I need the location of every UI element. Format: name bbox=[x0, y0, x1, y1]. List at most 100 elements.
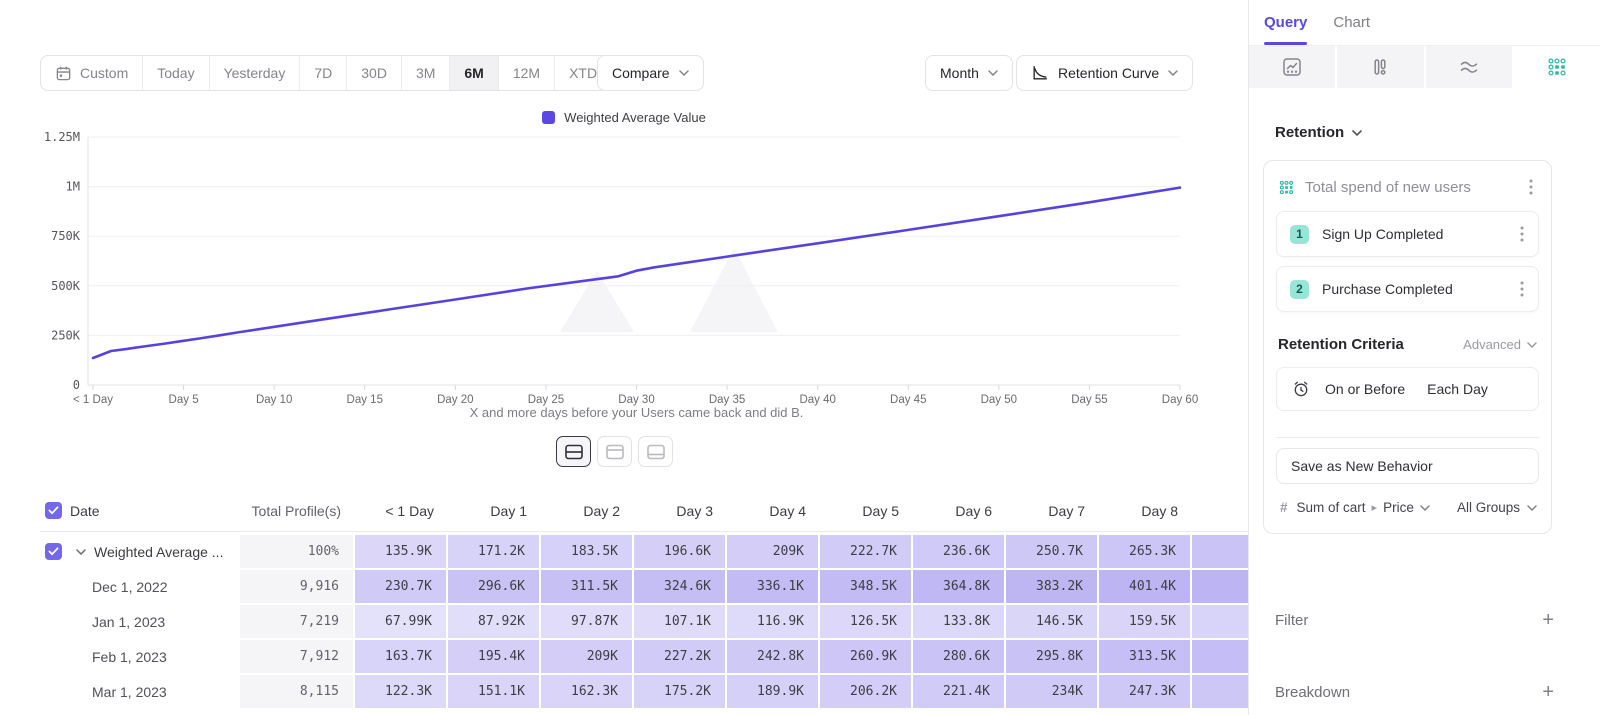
retention-icon bbox=[1278, 179, 1295, 196]
measure-selector[interactable]: Sum of cart ▸ Price bbox=[1297, 500, 1448, 515]
range-3m[interactable]: 3M bbox=[402, 56, 450, 90]
retention-value-cell: 260.9K bbox=[820, 640, 913, 673]
breakdown-section: Breakdown + bbox=[1275, 682, 1554, 702]
layout-chart-view-button[interactable] bbox=[597, 436, 632, 467]
range-6m[interactable]: 6M bbox=[450, 56, 498, 90]
svg-text:0: 0 bbox=[73, 378, 80, 392]
clipped-value-cell bbox=[1192, 535, 1248, 568]
svg-text:Day 35: Day 35 bbox=[709, 394, 745, 406]
flows-report-tab[interactable] bbox=[1426, 46, 1514, 88]
granularity-label: Month bbox=[940, 65, 979, 81]
retention-value-cell: 126.5K bbox=[820, 605, 913, 638]
retention-value-cell: 348.5K bbox=[820, 570, 913, 603]
chevron-down-icon bbox=[1527, 342, 1537, 348]
column-header: Date bbox=[70, 503, 100, 519]
svg-text:Day 50: Day 50 bbox=[981, 394, 1017, 406]
column-header: Total Profile(s) bbox=[240, 490, 355, 531]
svg-text:500K: 500K bbox=[51, 279, 81, 293]
range-today[interactable]: Today bbox=[143, 56, 209, 90]
measure-row: # Sum of cart ▸ Price All Groups bbox=[1276, 484, 1539, 521]
add-filter-button[interactable]: + bbox=[1542, 610, 1554, 630]
retention-value-cell: 196.6K bbox=[634, 535, 727, 568]
retention-value-cell: 183.5K bbox=[541, 535, 634, 568]
event-list: 1Sign Up Completed 2Purchase Completed bbox=[1276, 211, 1539, 312]
retention-value-cell: 135.9K bbox=[355, 535, 448, 568]
retention-value-cell: 324.6K bbox=[634, 570, 727, 603]
retention-curve-icon bbox=[1031, 64, 1049, 82]
retention-value-cell: 175.2K bbox=[634, 675, 727, 708]
tab-query[interactable]: Query bbox=[1264, 0, 1307, 45]
retention-value-cell: 221.4K bbox=[913, 675, 1006, 708]
column-header: Day 7 bbox=[1006, 490, 1099, 531]
retention-value-cell: 280.6K bbox=[913, 640, 1006, 673]
retention-value-cell: 151.1K bbox=[448, 675, 541, 708]
retention-value-cell: 206.2K bbox=[820, 675, 913, 708]
funnel-report-tab[interactable] bbox=[1337, 46, 1425, 88]
retention-value-cell: 230.7K bbox=[355, 570, 448, 603]
row-label: Jan 1, 2023 bbox=[92, 614, 165, 630]
range-30d[interactable]: 30D bbox=[347, 56, 402, 90]
row-label: Weighted Average ... bbox=[94, 544, 223, 560]
layout-toggle-group bbox=[556, 436, 673, 467]
layout-table-view-button[interactable] bbox=[638, 436, 673, 467]
criteria-card[interactable]: On or Before Each Day bbox=[1276, 367, 1539, 411]
chart-type-button[interactable]: Retention Curve bbox=[1016, 55, 1193, 91]
series-line[interactable] bbox=[93, 188, 1180, 358]
column-header: Day 8 bbox=[1099, 490, 1192, 531]
svg-text:1M: 1M bbox=[66, 180, 80, 194]
table-header-row: DateTotal Profile(s)< 1 DayDay 1Day 2Day… bbox=[40, 490, 1248, 532]
retention-value-cell: 265.3K bbox=[1099, 535, 1192, 568]
layout-split-view-button[interactable] bbox=[556, 436, 591, 467]
row-label: Feb 1, 2023 bbox=[92, 649, 167, 665]
granularity-button[interactable]: Month bbox=[925, 55, 1013, 91]
criteria-window: Each Day bbox=[1427, 381, 1488, 397]
tab-chart[interactable]: Chart bbox=[1333, 0, 1370, 45]
retention-report-tab[interactable] bbox=[1514, 46, 1600, 88]
retention-value-cell: 236.6K bbox=[913, 535, 1006, 568]
range-yesterday[interactable]: Yesterday bbox=[210, 56, 301, 90]
row-checkbox[interactable] bbox=[45, 502, 62, 519]
row-label: Dec 1, 2022 bbox=[92, 579, 168, 595]
retention-value-cell: 234K bbox=[1006, 675, 1099, 708]
retention-value-cell: 162.3K bbox=[541, 675, 634, 708]
event-menu-button[interactable] bbox=[1516, 277, 1528, 301]
report-type-selector[interactable]: Retention bbox=[1275, 124, 1362, 141]
retention-icon bbox=[1546, 56, 1568, 78]
event-menu-button[interactable] bbox=[1516, 222, 1528, 246]
expand-caret-icon[interactable] bbox=[76, 549, 86, 555]
svg-text:1.25M: 1.25M bbox=[44, 130, 80, 144]
retention-value-cell: 67.99K bbox=[355, 605, 448, 638]
save-as-new-behavior-button[interactable]: Save as New Behavior bbox=[1276, 448, 1539, 484]
range-custom[interactable]: Custom bbox=[41, 56, 143, 90]
insights-report-tab[interactable] bbox=[1249, 46, 1337, 88]
event-label: Purchase Completed bbox=[1322, 281, 1503, 297]
breakdown-label: Breakdown bbox=[1275, 684, 1350, 701]
total-profiles-cell: 9,916 bbox=[240, 570, 355, 603]
criteria-header: Retention Criteria Advanced bbox=[1278, 336, 1537, 353]
svg-text:Day 5: Day 5 bbox=[169, 394, 199, 406]
retention-value-cell: 189.9K bbox=[727, 675, 820, 708]
table-row: Dec 1, 20229,916230.7K296.6K311.5K324.6K… bbox=[40, 570, 1248, 603]
range-12m[interactable]: 12M bbox=[499, 56, 555, 90]
retention-value-cell: 313.5K bbox=[1099, 640, 1192, 673]
chevron-down-icon bbox=[1168, 70, 1178, 76]
report-type-icon-tabs bbox=[1249, 46, 1600, 88]
flows-icon bbox=[1458, 56, 1480, 78]
group-selector[interactable]: All Groups bbox=[1457, 500, 1537, 515]
split-view-icon bbox=[564, 443, 584, 461]
event-label: Sign Up Completed bbox=[1322, 226, 1503, 242]
compare-button[interactable]: Compare bbox=[597, 55, 704, 91]
row-checkbox[interactable] bbox=[45, 543, 62, 560]
event-step-1[interactable]: 1Sign Up Completed bbox=[1276, 211, 1539, 257]
total-profiles-cell: 100% bbox=[240, 535, 355, 568]
behavior-menu-button[interactable] bbox=[1525, 175, 1537, 199]
criteria-mode-selector[interactable]: Advanced bbox=[1463, 337, 1537, 352]
arrow-right-icon: ▸ bbox=[1372, 501, 1378, 514]
retention-value-cell: 364.8K bbox=[913, 570, 1006, 603]
range-7d[interactable]: 7D bbox=[300, 56, 347, 90]
event-step-2[interactable]: 2Purchase Completed bbox=[1276, 266, 1539, 312]
retention-value-cell: 116.9K bbox=[727, 605, 820, 638]
add-breakdown-button[interactable]: + bbox=[1542, 682, 1554, 702]
retention-value-cell: 209K bbox=[727, 535, 820, 568]
top-panel-icon bbox=[605, 443, 625, 461]
